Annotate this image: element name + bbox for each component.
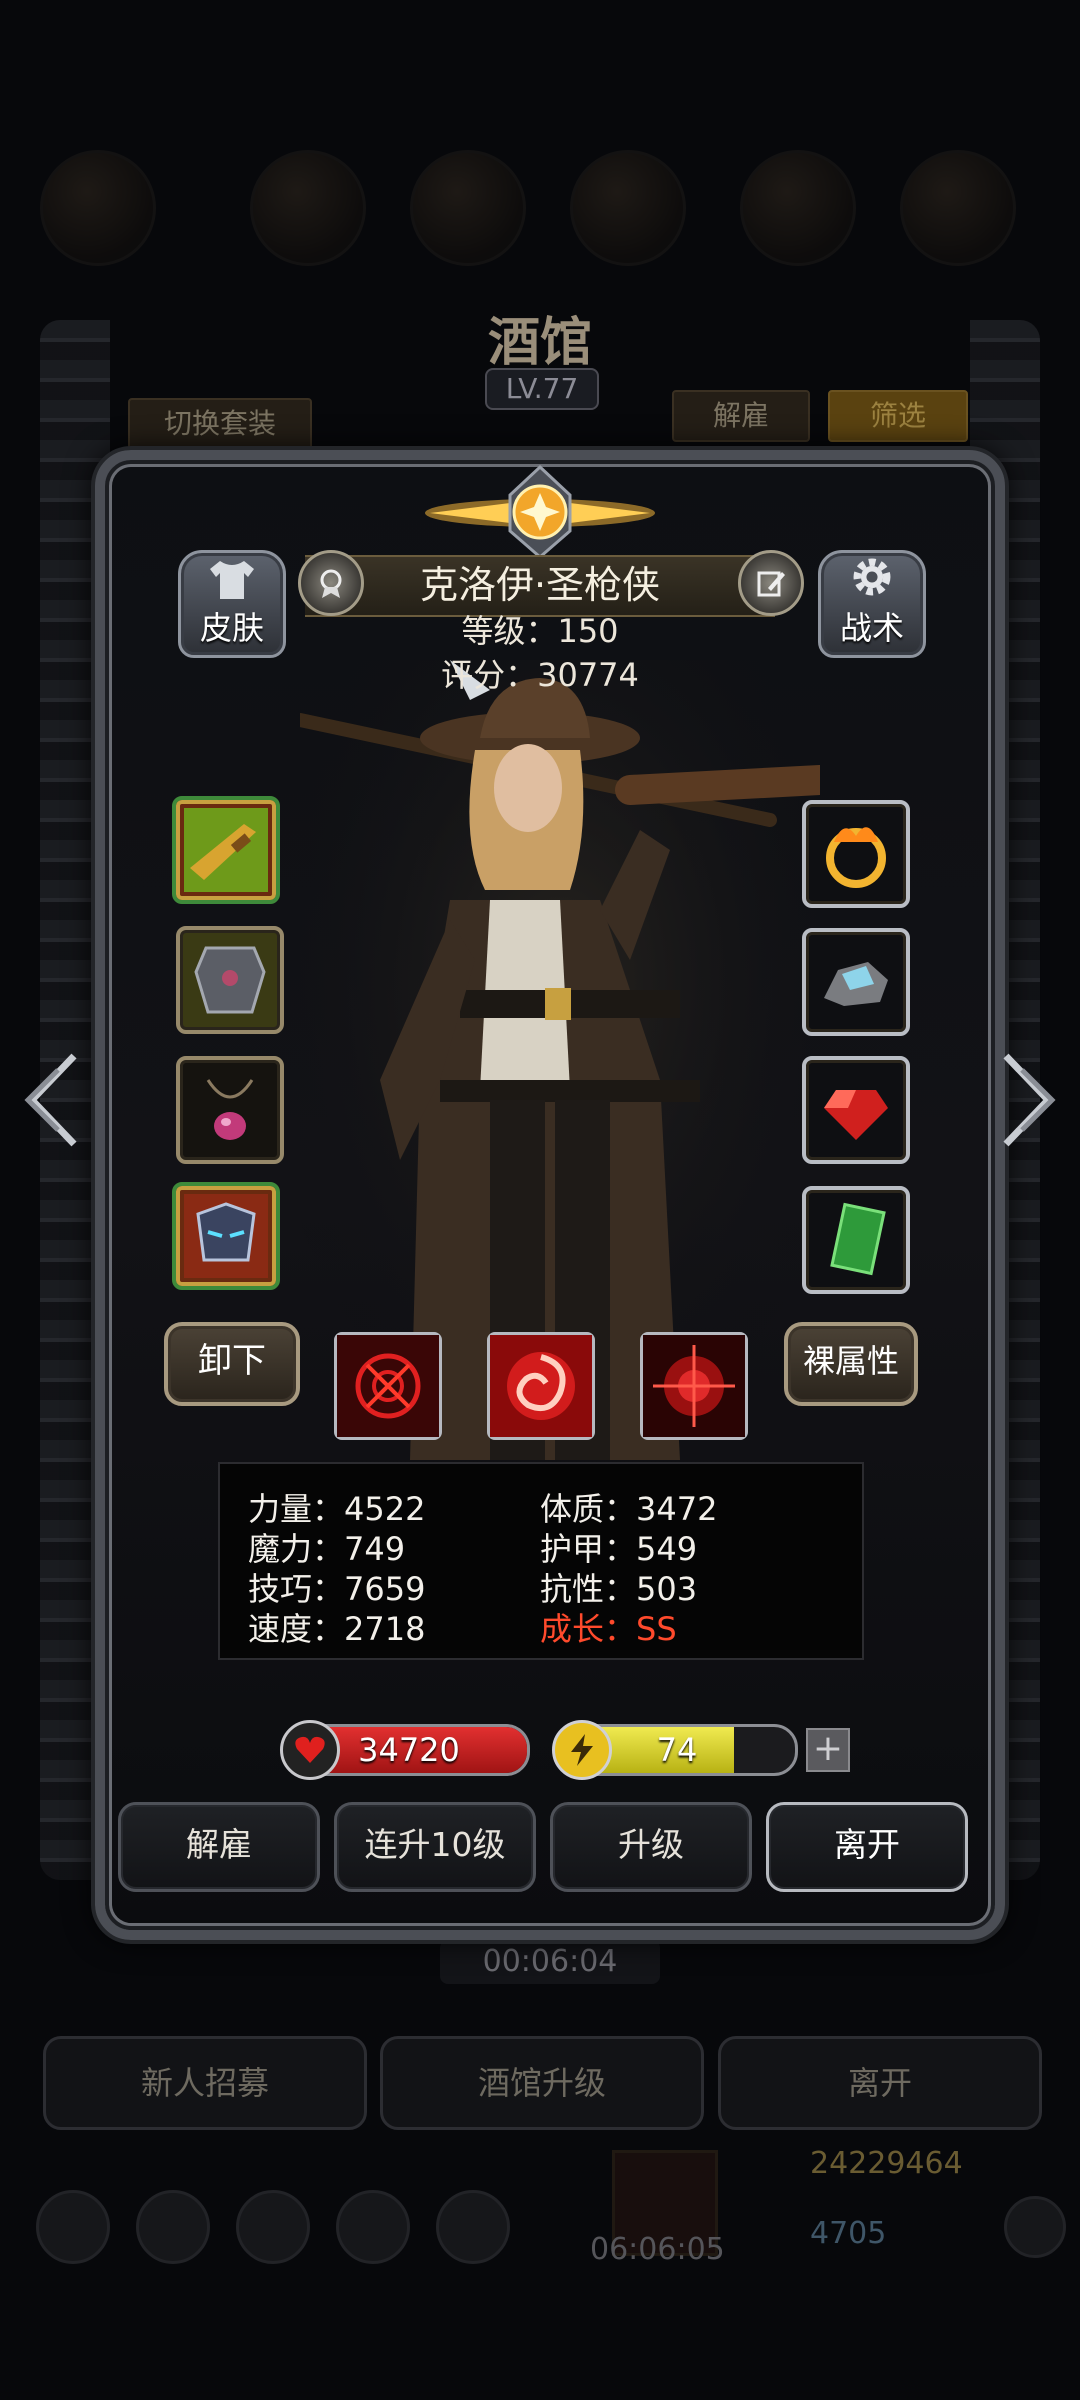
golden-shotgun-icon [184,808,268,892]
gold-amount: 24229464 [810,2146,963,2181]
menu-icon[interactable] [436,2190,510,2264]
menu-icon[interactable] [136,2190,210,2264]
level-up-button[interactable]: 升级 [550,1802,752,1892]
stat-growth: 成长：SS [540,1610,677,1648]
menu-icon[interactable] [336,2190,410,2264]
gem-slot[interactable] [802,1056,910,1164]
skill-slot[interactable] [640,1332,748,1440]
heart-icon [280,1720,340,1780]
tavern-timer: 00:06:04 [440,1940,660,1984]
tavern-upgrade-button[interactable]: 酒馆升级 [380,2036,704,2130]
skin-label: 皮肤 [199,609,264,647]
orb-icon [740,150,856,266]
crosshair-skill-icon [337,1335,439,1437]
tactics-button[interactable]: 战术 [818,550,926,658]
base-attributes-button[interactable]: 裸属性 [784,1322,918,1406]
hero-score: 评分：30774 [441,656,639,694]
tavern-title: 酒馆 [487,312,592,373]
gear-icon [853,558,891,596]
ore-slot[interactable] [802,928,910,1036]
armor-icon [570,150,686,266]
coin-icon [250,150,366,266]
spiral-skill-icon [490,1335,592,1437]
skill-slot[interactable] [334,1332,442,1440]
shirt-icon [210,561,254,599]
menu-icon[interactable] [36,2190,110,2264]
anvil-icon [900,150,1016,266]
crystal-ore-icon [824,962,888,1006]
ring-slot[interactable] [802,800,910,908]
menu-icon[interactable] [236,2190,310,2264]
helmet-slot[interactable] [172,1182,280,1290]
skill-slot[interactable] [487,1332,595,1440]
green-card-icon [830,1202,886,1276]
emblem-icon [425,464,655,559]
filter-button[interactable]: 筛选 [828,390,968,442]
unequip-button[interactable]: 卸下 [164,1322,300,1406]
necklace-slot[interactable] [176,1056,284,1164]
next-hero-arrow-icon[interactable] [992,1050,1062,1150]
gift-timer: 06:06:05 [590,2232,725,2267]
character-icon [40,150,156,266]
previous-hero-arrow-icon[interactable] [18,1050,88,1150]
red-ruby-icon [824,1090,888,1140]
card-slot[interactable] [802,1186,910,1294]
add-icon[interactable] [1004,2196,1066,2258]
bg-leave-button[interactable]: 离开 [718,2036,1042,2130]
switch-outfit-button[interactable]: 切换套装 [128,398,312,450]
shield-icon [410,150,526,266]
dismiss-button[interactable]: 解雇 [118,1802,320,1892]
tactics-label: 战术 [839,609,904,647]
chest-armor-icon [194,946,266,1014]
level-up-10-button[interactable]: 连升10级 [334,1802,536,1892]
lightning-icon [552,1720,612,1780]
gem-amount: 4705 [810,2216,887,2251]
bg-dismiss-button[interactable]: 解雇 [672,390,810,442]
stat-speed: 速度：2718 [248,1610,426,1648]
leave-button[interactable]: 离开 [766,1802,968,1892]
armor-slot[interactable] [176,926,284,1034]
weapon-slot[interactable] [172,796,280,904]
hero-level: 等级：150 [461,612,619,650]
gem-necklace-icon [206,1079,254,1140]
flame-ring-icon [826,827,886,888]
recruit-button[interactable]: 新人招募 [43,2036,367,2130]
skin-button[interactable]: 皮肤 [178,550,286,658]
add-energy-button[interactable]: + [806,1728,850,1772]
tavern-level: LV.77 [485,368,599,410]
target-skill-icon [643,1335,745,1437]
top-resource-icons [40,150,1040,300]
demon-helmet-icon [184,1194,268,1278]
